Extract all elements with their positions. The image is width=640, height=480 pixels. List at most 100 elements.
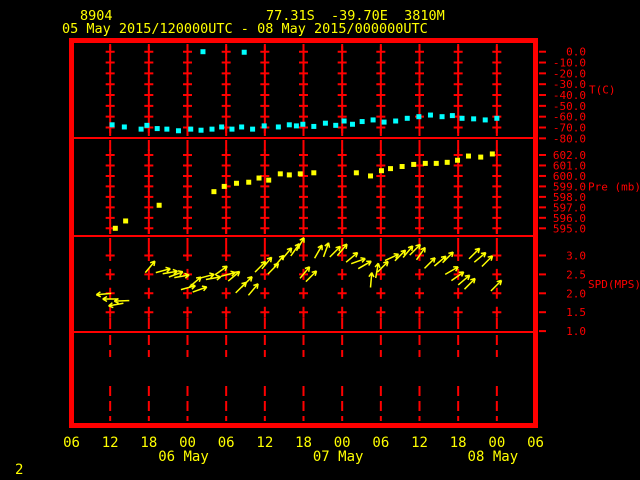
time-tick-label: 18 (295, 435, 312, 451)
temperature-dot (138, 126, 144, 132)
temperature-dot (349, 121, 355, 127)
grid-plus-mark (183, 159, 193, 171)
grid-plus-mark (221, 159, 231, 171)
wind-arrow (368, 272, 375, 288)
grid-plus-mark (299, 67, 309, 79)
wind-arrow (313, 244, 323, 259)
grid-plus-mark (337, 159, 347, 171)
pressure-dot (388, 166, 394, 172)
grid-plus-mark (183, 201, 193, 213)
right-axis-tick-label: -80.0 (553, 132, 586, 145)
pressure-dot (112, 225, 118, 231)
wind-arrow (144, 260, 156, 274)
grid-plus-mark (144, 46, 154, 58)
wind-arrow (345, 251, 359, 263)
pressure-dot (368, 173, 374, 179)
wind-arrow (240, 275, 253, 288)
grid-plus-mark (453, 67, 463, 79)
grid-plus-mark (492, 180, 502, 192)
grid-plus-mark (299, 306, 309, 318)
grid-plus-mark (453, 287, 463, 299)
grid-plus-mark (183, 180, 193, 192)
grid-plus-mark (183, 250, 193, 261)
grid-plus-mark (492, 212, 502, 224)
pressure-dot (156, 202, 162, 208)
grid-plus-mark (260, 111, 270, 123)
grid-plus-mark (415, 67, 425, 79)
grid-plus-mark (337, 191, 347, 203)
grid-plus-mark (260, 159, 270, 171)
grid-plus-mark (260, 78, 270, 90)
grid-plus-mark (144, 57, 154, 69)
grid-plus-mark (105, 201, 115, 213)
grid-plus-mark (337, 149, 347, 161)
grid-plus-mark (453, 78, 463, 90)
grid-plus-mark (105, 159, 115, 171)
grid-plus-mark (144, 170, 154, 182)
grid-plus-mark (299, 57, 309, 69)
temperature-dot (154, 126, 160, 132)
grid-plus-mark (415, 191, 425, 203)
grid-plus-mark (221, 100, 231, 112)
pressure-dot (221, 183, 227, 189)
grid-plus-mark (260, 306, 270, 318)
grid-plus-mark (299, 100, 309, 112)
right-axis-tick-label: 2.5 (566, 268, 586, 281)
temperature-dot (209, 126, 215, 132)
temperature-dot (286, 122, 292, 128)
grid-plus-mark (415, 159, 425, 171)
grid-plus-mark (337, 180, 347, 192)
grid-plus-mark (492, 306, 502, 318)
grid-plus-mark (183, 306, 193, 318)
pressure-dot (455, 157, 461, 163)
time-tick-label: 12 (256, 435, 273, 451)
grid-plus-mark (260, 212, 270, 224)
grid-plus-mark (299, 191, 309, 203)
grid-plus-mark (337, 250, 347, 261)
pressure-dot (444, 159, 450, 165)
right-axis-tick-label: 1.0 (566, 325, 586, 338)
temperature-dot (109, 122, 115, 128)
grid-plus-mark (144, 306, 154, 318)
grid-plus-mark (105, 170, 115, 182)
grid-plus-mark (453, 170, 463, 182)
grid-plus-mark (337, 212, 347, 224)
grid-plus-mark (492, 67, 502, 79)
temperature-dot (144, 122, 150, 128)
pressure-dot (246, 179, 252, 185)
grid-plus-mark (415, 306, 425, 318)
grid-plus-mark (260, 287, 270, 299)
wind-arrow (267, 262, 280, 275)
temperature-dot (200, 49, 206, 55)
grid-plus-mark (105, 191, 115, 203)
pressure-dot (411, 161, 417, 167)
grid-plus-mark (453, 180, 463, 192)
grid-plus-mark (299, 222, 309, 234)
grid-plus-mark (453, 201, 463, 213)
grid-plus-mark (453, 250, 463, 261)
grid-plus-mark (183, 67, 193, 79)
pressure-dot (256, 175, 262, 181)
grid-plus-mark (221, 306, 231, 318)
grid-plus-mark (492, 268, 502, 280)
grid-plus-mark (221, 201, 231, 213)
grid-plus-mark (415, 89, 425, 101)
time-tick-label: 18 (140, 435, 157, 451)
grid-plus-mark (337, 222, 347, 234)
time-tick-label: 12 (102, 435, 119, 451)
grid-plus-mark (453, 222, 463, 234)
grid-plus-mark (144, 67, 154, 79)
grid-plus-mark (337, 122, 347, 134)
grid-plus-mark (144, 159, 154, 171)
grid-plus-mark (376, 191, 386, 203)
wind-arrow (481, 255, 494, 268)
grid-plus-mark (492, 100, 502, 112)
wind-arrow (415, 246, 426, 261)
temperature-dot (219, 124, 225, 130)
grid-plus-mark (376, 100, 386, 112)
grid-plus-mark (492, 122, 502, 134)
temperature-dot (322, 120, 328, 126)
grid-plus-mark (415, 122, 425, 134)
grid-plus-mark (492, 201, 502, 213)
grid-plus-mark (376, 222, 386, 234)
